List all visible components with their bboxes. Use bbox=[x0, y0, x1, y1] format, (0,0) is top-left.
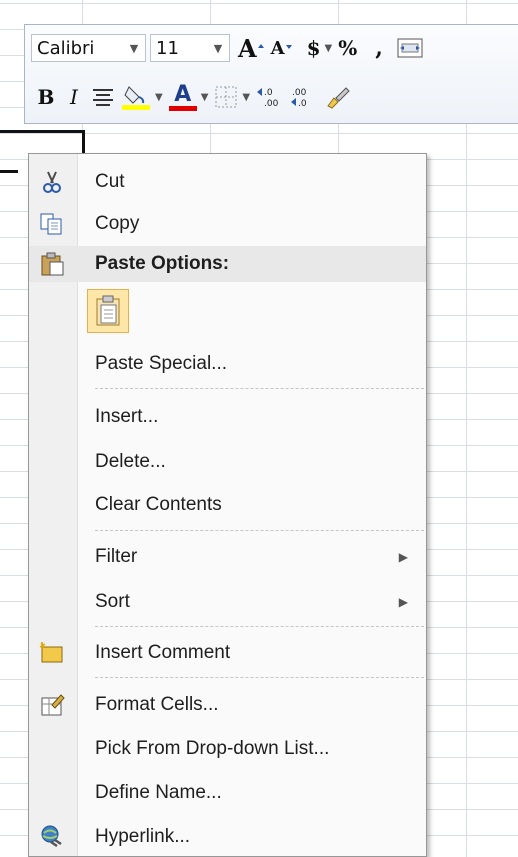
menu-item-delete[interactable]: Delete... bbox=[29, 442, 426, 482]
borders-icon bbox=[215, 86, 237, 108]
chevron-down-icon[interactable]: ▼ bbox=[325, 43, 333, 54]
center-align-button[interactable] bbox=[91, 82, 115, 112]
menu-item-paste-special[interactable]: Paste Special... bbox=[29, 344, 426, 384]
paste-options-label: Paste Options: bbox=[95, 253, 230, 274]
bold-label: B bbox=[37, 85, 55, 109]
menu-item-cut[interactable]: Cut bbox=[29, 162, 426, 202]
italic-label: I bbox=[70, 85, 78, 109]
shrink-font-button[interactable]: A bbox=[271, 33, 293, 63]
menu-item-filter[interactable]: Filter ▶ bbox=[29, 537, 426, 577]
font-color-letter: A bbox=[174, 81, 192, 107]
menu-item-label: Paste Special... bbox=[95, 353, 228, 374]
menu-item-insert-comment[interactable]: Insert Comment bbox=[29, 633, 426, 673]
menu-item-sort[interactable]: Sort ▶ bbox=[29, 582, 426, 622]
svg-text:.00: .00 bbox=[264, 99, 279, 109]
merge-center-button[interactable] bbox=[397, 33, 423, 63]
increase-decimal-icon: .0 .00 bbox=[257, 88, 279, 109]
chevron-down-icon[interactable]: ▼ bbox=[201, 92, 209, 103]
comment-icon bbox=[39, 641, 63, 663]
font-name-combo[interactable]: Calibri ▼ bbox=[31, 34, 146, 62]
comma-label: , bbox=[375, 35, 383, 61]
font-name-value: Calibri bbox=[37, 37, 95, 59]
currency-button[interactable]: $ bbox=[307, 33, 321, 63]
menu-item-label: Copy bbox=[95, 213, 140, 234]
menu-item-label: Delete... bbox=[95, 451, 166, 472]
percent-label: % bbox=[338, 36, 358, 60]
paste-options-header: Paste Options: bbox=[29, 246, 426, 282]
selection-edge bbox=[0, 170, 18, 173]
format-cells-icon bbox=[41, 694, 65, 716]
paste-option-button[interactable] bbox=[87, 289, 129, 333]
chevron-down-icon[interactable]: ▼ bbox=[242, 92, 250, 103]
align-center-icon bbox=[93, 89, 113, 106]
hyperlink-icon bbox=[41, 825, 62, 848]
increase-decimal-button[interactable]: .0 .00 bbox=[256, 82, 284, 112]
menu-item-label: Format Cells... bbox=[95, 694, 219, 715]
font-size-combo[interactable]: 11 ▼ bbox=[150, 34, 230, 62]
menu-item-format-cells[interactable]: Format Cells... bbox=[29, 685, 426, 725]
menu-item-clear-contents[interactable]: Clear Contents bbox=[29, 485, 426, 525]
menu-item-label: Sort bbox=[95, 591, 130, 612]
format-painter-icon bbox=[327, 87, 350, 109]
chevron-down-icon[interactable]: ▼ bbox=[207, 42, 229, 55]
fill-color-button[interactable] bbox=[121, 82, 151, 112]
paint-bucket-icon bbox=[122, 86, 150, 110]
menu-separator bbox=[95, 677, 424, 678]
svg-text:.0: .0 bbox=[298, 99, 307, 109]
toolbar-row-2: B I ▼ A ▼ ▼ .0 .00 .00 .0 bbox=[31, 79, 358, 115]
menu-item-copy[interactable]: Copy bbox=[29, 204, 426, 244]
menu-item-define-name[interactable]: Define Name... bbox=[29, 773, 426, 813]
chevron-down-icon[interactable]: ▼ bbox=[155, 92, 163, 103]
mini-toolbar: Calibri ▼ 11 ▼ A A $ ▼ % , B I ▼ A ▼ ▼ .… bbox=[24, 24, 518, 124]
menu-separator bbox=[95, 626, 424, 627]
percent-button[interactable]: % bbox=[338, 33, 357, 63]
decrease-decimal-button[interactable]: .00 .0 bbox=[290, 82, 318, 112]
menu-item-label: Pick From Drop-down List... bbox=[95, 738, 330, 759]
menu-separator bbox=[95, 530, 424, 531]
toolbar-row-1: Calibri ▼ 11 ▼ A A $ ▼ % , bbox=[31, 30, 429, 66]
menu-item-pick-from-list[interactable]: Pick From Drop-down List... bbox=[29, 729, 426, 769]
menu-item-label: Clear Contents bbox=[95, 494, 222, 515]
grow-font-label: A bbox=[238, 33, 257, 63]
menu-item-label: Filter bbox=[95, 546, 138, 567]
font-color-swatch bbox=[168, 105, 197, 111]
scissors-icon bbox=[43, 171, 61, 193]
arrow-down-icon bbox=[285, 45, 292, 49]
font-color-button[interactable]: A bbox=[168, 81, 197, 112]
submenu-arrow-icon: ▶ bbox=[398, 595, 408, 609]
font-size-value: 11 bbox=[156, 37, 179, 59]
context-menu: Cut Copy Paste Options: Paste Special...… bbox=[28, 153, 427, 857]
copy-icon bbox=[40, 213, 62, 235]
menu-item-label: Insert... bbox=[95, 406, 159, 427]
menu-item-insert[interactable]: Insert... bbox=[29, 397, 426, 437]
comma-style-button[interactable]: , bbox=[375, 33, 383, 63]
grow-font-button[interactable]: A bbox=[238, 33, 265, 63]
menu-item-hyperlink[interactable]: Hyperlink... bbox=[29, 817, 426, 857]
paste-clipboard-icon bbox=[96, 295, 120, 326]
bold-button[interactable]: B bbox=[35, 82, 57, 112]
menu-separator bbox=[95, 388, 424, 389]
decrease-decimal-icon: .00 .0 bbox=[291, 88, 307, 109]
shrink-font-label: A bbox=[270, 37, 285, 59]
svg-text:.0: .0 bbox=[264, 88, 273, 98]
submenu-arrow-icon: ▶ bbox=[398, 550, 408, 564]
merge-center-icon bbox=[397, 38, 423, 58]
arrow-up-icon bbox=[257, 44, 264, 48]
borders-button[interactable] bbox=[214, 82, 238, 112]
menu-item-label: Insert Comment bbox=[95, 642, 231, 663]
format-painter-button[interactable] bbox=[324, 82, 352, 112]
menu-item-label: Define Name... bbox=[95, 782, 222, 803]
svg-text:.00: .00 bbox=[292, 88, 307, 98]
menu-item-label: Cut bbox=[95, 171, 125, 192]
italic-button[interactable]: I bbox=[63, 82, 85, 112]
currency-label: $ bbox=[306, 36, 321, 60]
chevron-down-icon[interactable]: ▼ bbox=[123, 42, 145, 55]
menu-item-label: Hyperlink... bbox=[95, 826, 191, 847]
clipboard-icon bbox=[41, 252, 64, 276]
